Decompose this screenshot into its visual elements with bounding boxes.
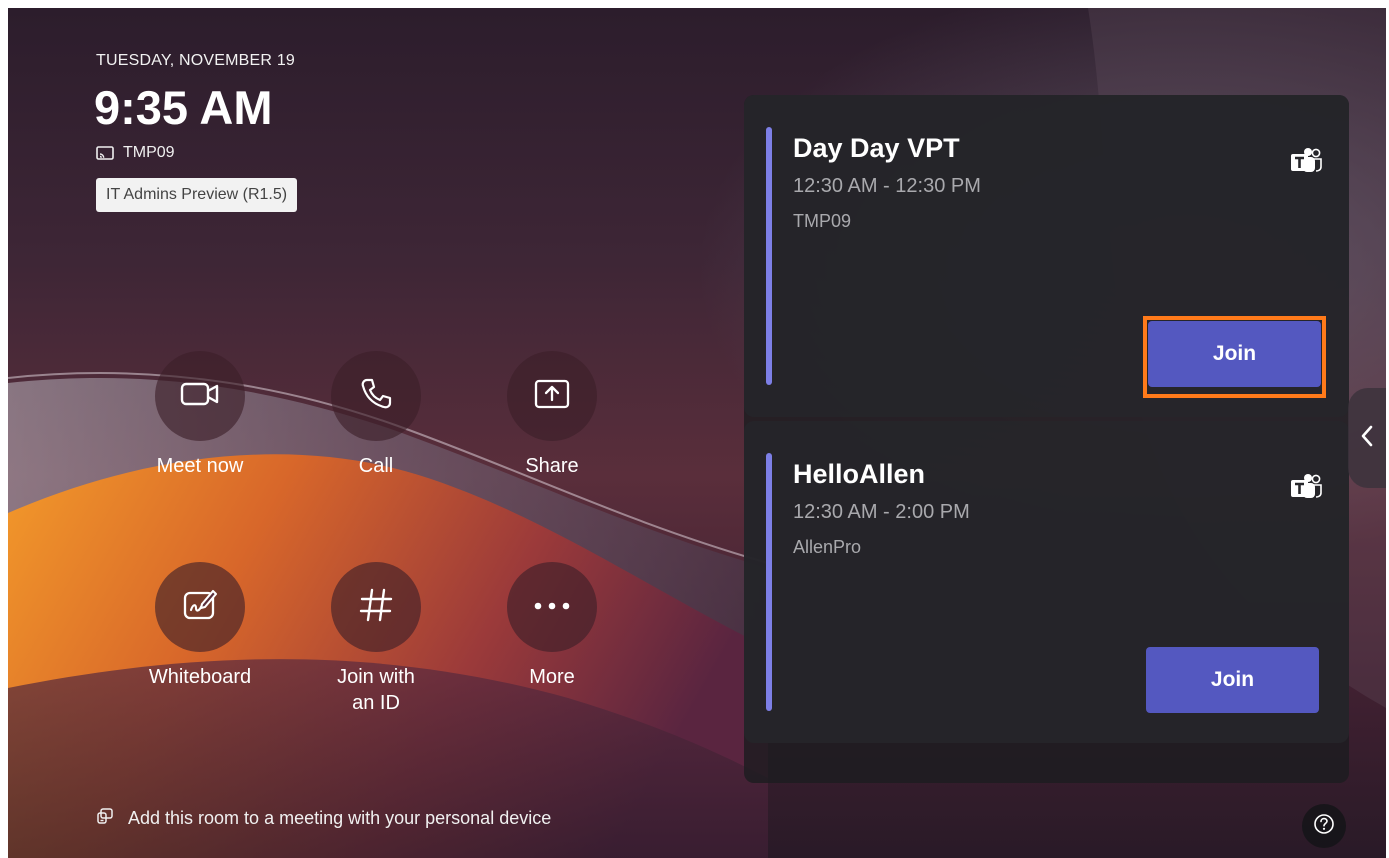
whiteboard-circle[interactable]: [155, 562, 245, 652]
teams-room-home-screen: TUESDAY, NOVEMBER 19 9:35 AM TMP09 IT Ad…: [8, 8, 1386, 858]
meeting-location: TMP09: [793, 211, 852, 231]
join-with-id-circle[interactable]: [331, 562, 421, 652]
join-with-id-button[interactable]: Join with an ID: [301, 562, 451, 716]
room-info: TMP09: [96, 144, 175, 162]
proximity-join-text: Add this room to a meeting with your per…: [128, 808, 552, 828]
proximity-join-icon: [96, 807, 114, 830]
more-button[interactable]: More: [477, 562, 627, 690]
meet-now-label: Meet now: [156, 455, 244, 477]
cast-icon: [96, 146, 114, 160]
expand-panel-tab[interactable]: [1348, 388, 1386, 488]
help-button[interactable]: [1302, 804, 1346, 848]
current-time: 9:35 AM: [94, 81, 273, 134]
hash-icon: [358, 587, 394, 628]
preview-badge: IT Admins Preview (R1.5): [96, 178, 298, 212]
whiteboard-button[interactable]: Whiteboard: [125, 562, 275, 690]
teams-icon: [1289, 147, 1323, 177]
chevron-left-icon: [1360, 424, 1374, 453]
join-button-highlight: [1143, 316, 1326, 398]
meeting-accent-bar: [766, 127, 772, 385]
join-with-id-label-line1: Join with: [337, 666, 415, 688]
meeting-card-1[interactable]: Day Day VPT 12:30 AM - 12:30 PM TMP09 Jo…: [744, 95, 1349, 417]
call-circle[interactable]: [331, 351, 421, 441]
more-label: More: [529, 666, 575, 688]
share-circle[interactable]: [507, 351, 597, 441]
whiteboard-label: Whiteboard: [148, 666, 252, 688]
teams-icon: [1289, 473, 1323, 503]
call-label: Call: [358, 455, 394, 477]
share-label: Share: [525, 455, 579, 477]
phone-icon: [359, 377, 393, 416]
more-circle[interactable]: [507, 562, 597, 652]
share-button[interactable]: Share: [477, 351, 627, 479]
whiteboard-icon: [182, 588, 218, 627]
more-icon: [533, 598, 571, 616]
proximity-join-hint: Add this room to a meeting with your per…: [96, 807, 551, 830]
meet-now-circle[interactable]: [155, 351, 245, 441]
join-button[interactable]: Join: [1146, 647, 1319, 713]
help-icon: [1313, 813, 1335, 840]
meeting-time: 12:30 AM - 12:30 PM: [793, 175, 981, 197]
join-with-id-label: Join with an ID: [301, 664, 451, 716]
room-name: TMP09: [123, 144, 175, 161]
meeting-accent-bar: [766, 453, 772, 711]
current-date: TUESDAY, NOVEMBER 19: [96, 52, 296, 69]
join-with-id-label-line2: an ID: [352, 692, 400, 714]
meeting-card-2[interactable]: HelloAllen 12:30 AM - 2:00 PM AllenPro J…: [744, 421, 1349, 743]
share-screen-icon: [533, 378, 571, 415]
call-button[interactable]: Call: [301, 351, 451, 479]
meeting-location: AllenPro: [793, 537, 862, 557]
meeting-title: HelloAllen: [793, 459, 926, 489]
meeting-time: 12:30 AM - 2:00 PM: [793, 501, 970, 523]
video-camera-icon: [180, 379, 220, 414]
meeting-title: Day Day VPT: [793, 133, 960, 163]
meet-now-button[interactable]: Meet now: [125, 351, 275, 479]
